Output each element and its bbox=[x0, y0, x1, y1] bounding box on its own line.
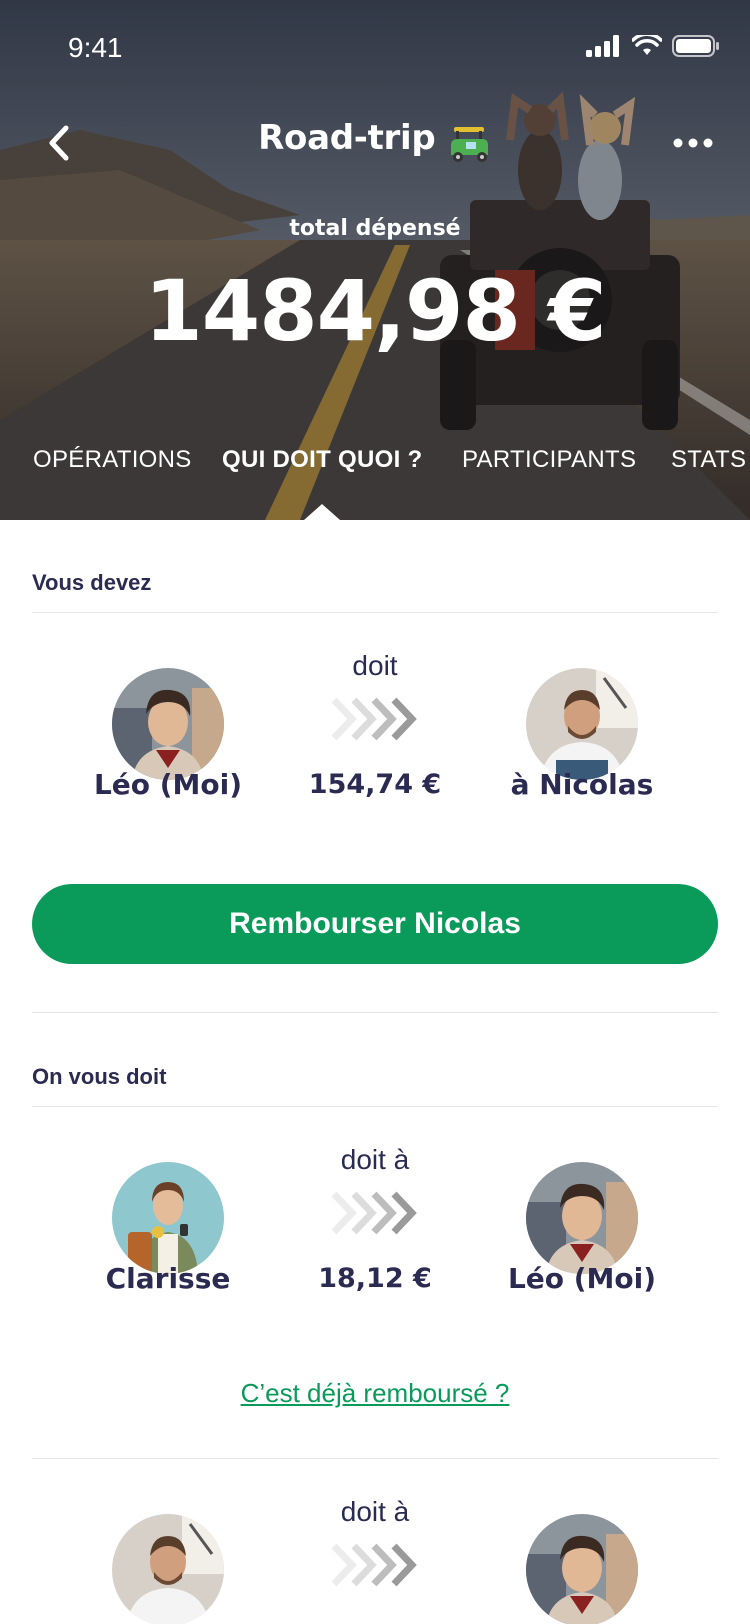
trip-title-row: Road-trip bbox=[0, 118, 750, 165]
status-icons bbox=[586, 34, 720, 58]
avatar-nicolas bbox=[112, 1514, 224, 1624]
debt-verb: doit bbox=[352, 650, 398, 681]
divider bbox=[32, 1012, 718, 1013]
cellular-signal-icon bbox=[586, 35, 619, 57]
trip-tabs: OPÉRATIONS QUI DOIT QUOI ? PARTICIPANTS … bbox=[0, 446, 750, 496]
more-options-button[interactable] bbox=[668, 128, 718, 158]
avatar-clarisse bbox=[112, 1162, 224, 1274]
wifi-icon bbox=[632, 35, 662, 55]
debt-row-you-owe: doit Léo (Moi) 154,74 € à Nicolas bbox=[0, 640, 750, 840]
avatar-leo bbox=[526, 1514, 638, 1624]
debt-row-partial: doit à bbox=[0, 1486, 750, 1624]
more-horizontal-icon bbox=[673, 138, 713, 148]
debt-amount: 18,12 € bbox=[318, 1263, 432, 1294]
creditor-name: Léo (Moi) bbox=[507, 1262, 657, 1295]
debt-amount: 154,74 € bbox=[308, 769, 442, 800]
person-avatar-icon bbox=[526, 668, 638, 780]
person-avatar-icon bbox=[112, 1514, 224, 1624]
divider bbox=[32, 1458, 718, 1459]
debtor-name: Léo (Moi) bbox=[93, 768, 243, 801]
debt-verb: doit à bbox=[340, 1496, 410, 1527]
tab-stats[interactable]: STATS bbox=[671, 446, 746, 474]
creditor-name: à Nicolas bbox=[510, 768, 654, 801]
trip-header: 9:41 Road-trip total dépensé 1484,98 € O… bbox=[0, 0, 750, 520]
person-avatar-icon bbox=[526, 1514, 638, 1624]
battery-icon bbox=[672, 35, 719, 57]
total-spent-value: 1484,98 € bbox=[144, 262, 606, 360]
already-reimbursed-link[interactable]: C’est déjà remboursé ? bbox=[0, 1378, 750, 1409]
debt-verb: doit à bbox=[340, 1144, 410, 1175]
section-title-you-owe: Vous devez bbox=[32, 570, 152, 595]
person-avatar-icon bbox=[112, 668, 224, 780]
status-bar: 9:41 bbox=[0, 0, 750, 96]
tab-participants[interactable]: PARTICIPANTS bbox=[462, 446, 636, 474]
divider bbox=[32, 1106, 718, 1107]
section-title-owed-to-you: On vous doit bbox=[32, 1064, 167, 1089]
arrow-chevrons-icon bbox=[330, 694, 420, 744]
debt-row-clarisse: doit à Clarisse 18,12 € Léo (Moi) bbox=[0, 1134, 750, 1334]
tuktuk-emoji-icon bbox=[450, 126, 488, 162]
avatar-leo bbox=[526, 1162, 638, 1274]
trip-title: Road-trip bbox=[258, 118, 436, 158]
person-avatar-icon bbox=[112, 1162, 224, 1274]
reimburse-button[interactable]: Rembourser Nicolas bbox=[32, 884, 718, 964]
debtor-name: Clarisse bbox=[105, 1262, 231, 1295]
total-spent-label: total dépensé bbox=[289, 216, 461, 241]
divider bbox=[32, 612, 718, 613]
arrow-chevrons-icon bbox=[330, 1188, 420, 1238]
tab-operations[interactable]: OPÉRATIONS bbox=[33, 446, 192, 474]
person-avatar-icon bbox=[526, 1162, 638, 1274]
arrow-chevrons-icon bbox=[330, 1540, 420, 1590]
avatar-nicolas bbox=[526, 668, 638, 780]
tab-qui-doit-quoi[interactable]: QUI DOIT QUOI ? bbox=[222, 446, 423, 474]
status-time: 9:41 bbox=[68, 32, 123, 63]
avatar-leo bbox=[112, 668, 224, 780]
active-tab-indicator bbox=[304, 504, 340, 520]
